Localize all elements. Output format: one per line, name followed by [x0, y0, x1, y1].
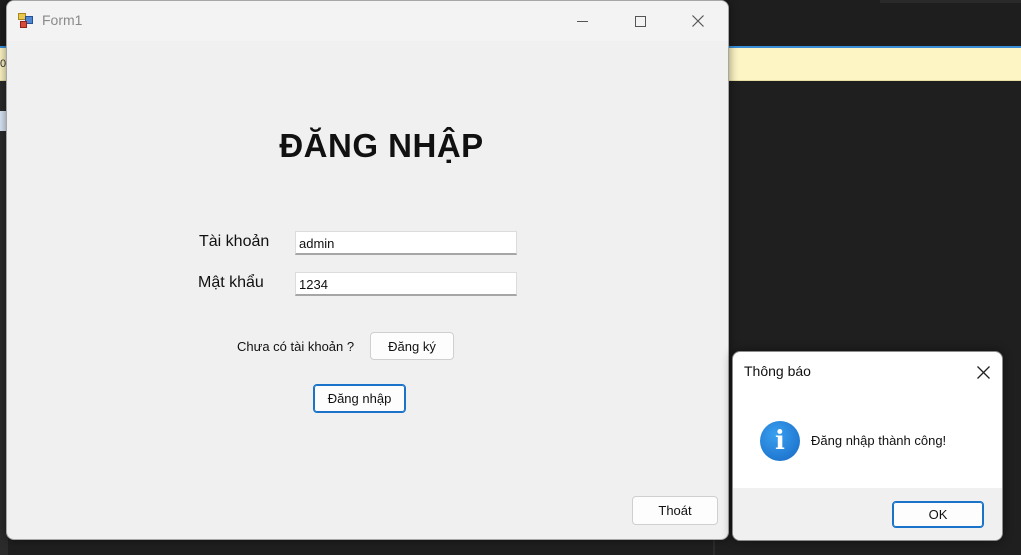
message-text: Đăng nhập thành công!: [811, 433, 947, 448]
username-field[interactable]: admin: [295, 231, 517, 255]
close-button[interactable]: [669, 1, 727, 41]
username-label: Tài khoản: [199, 233, 270, 250]
ok-button[interactable]: OK: [892, 501, 984, 528]
login-button[interactable]: Đăng nhập: [313, 384, 406, 413]
exit-button[interactable]: Thoát: [632, 496, 718, 525]
info-icon: i: [760, 421, 800, 461]
close-icon: [692, 15, 704, 27]
page-title: ĐĂNG NHẬP: [279, 127, 484, 164]
minimize-icon: [576, 20, 588, 22]
maximize-button[interactable]: [611, 1, 669, 41]
window-title: Form1: [42, 12, 83, 28]
no-account-text: Chưa có tài khoản ?: [237, 339, 355, 354]
maximize-icon: [634, 15, 646, 27]
login-form-window: Form1 ĐĂNG NHẬP Tài khoản admin Mật khẩu…: [6, 0, 729, 540]
register-button[interactable]: Đăng ký: [370, 332, 454, 360]
password-field[interactable]: 1234: [295, 272, 517, 296]
message-box: Thông báo i Đăng nhập thành công! OK: [732, 351, 1003, 541]
message-box-title: Thông báo: [744, 363, 811, 379]
title-bar[interactable]: Form1: [7, 1, 728, 41]
message-box-footer: OK: [733, 488, 1002, 540]
message-box-body: i Đăng nhập thành công!: [733, 392, 1002, 488]
password-label: Mật khẩu: [198, 274, 264, 291]
close-icon: [976, 365, 990, 379]
message-box-close-button[interactable]: [969, 358, 997, 386]
minimize-button[interactable]: [553, 1, 611, 41]
app-icon: [18, 13, 34, 29]
